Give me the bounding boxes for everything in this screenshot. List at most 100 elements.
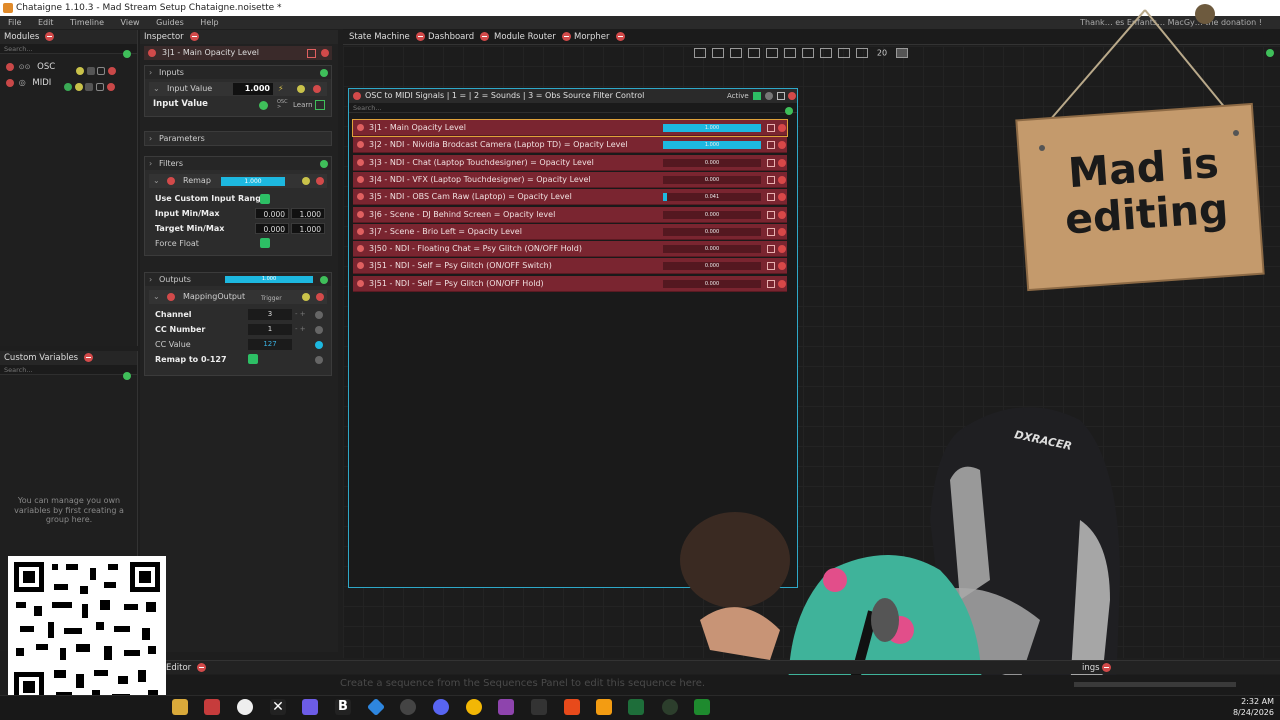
stepper-icon[interactable]: - + bbox=[295, 325, 306, 333]
power-icon[interactable] bbox=[357, 279, 364, 287]
tab-module-router[interactable]: Module Router bbox=[488, 30, 571, 44]
add-input-icon[interactable] bbox=[320, 69, 328, 77]
enable-checkbox[interactable] bbox=[767, 245, 775, 254]
mapping-row[interactable]: 3|51 - NDI - Self = Psy Glitch (ON/OFF S… bbox=[353, 258, 787, 275]
sequence-scrollbar[interactable] bbox=[1074, 682, 1236, 687]
cc-value-field[interactable]: 127 bbox=[248, 339, 292, 350]
input-min-field[interactable]: 0.000 bbox=[255, 208, 289, 219]
trigger-button[interactable]: Trigger bbox=[261, 292, 282, 306]
mapping-value-bar[interactable]: 0.000 bbox=[663, 262, 761, 271]
mapping-row[interactable]: 3|1 - Main Opacity Level 1.000 bbox=[352, 119, 788, 137]
mapping-row[interactable]: 3|5 - NDI - OBS Cam Raw (Laptop) = Opaci… bbox=[353, 189, 787, 206]
link-icon[interactable] bbox=[315, 356, 323, 364]
file-explorer-icon[interactable] bbox=[172, 699, 188, 715]
package-icon[interactable] bbox=[596, 699, 612, 715]
voicemeeter-icon[interactable] bbox=[204, 699, 220, 715]
mapping-row[interactable]: 3|2 - NDI - Nividia Brodcast Camera (Lap… bbox=[353, 137, 787, 154]
power-icon[interactable] bbox=[357, 227, 364, 235]
enable-checkbox[interactable] bbox=[307, 49, 316, 58]
delete-icon[interactable] bbox=[778, 193, 786, 202]
channel-field[interactable]: 3 bbox=[248, 309, 292, 320]
delete-icon[interactable] bbox=[778, 245, 786, 254]
remove-icon[interactable] bbox=[106, 82, 115, 91]
power-icon[interactable] bbox=[357, 210, 364, 218]
delete-icon[interactable] bbox=[778, 175, 786, 184]
remap-value-bar[interactable]: 1.000 bbox=[221, 177, 285, 186]
sequence-editor-tab[interactable]: Editor bbox=[166, 663, 191, 673]
grid-size-value[interactable]: 20 bbox=[877, 49, 887, 58]
distribute-v-icon[interactable] bbox=[820, 48, 832, 58]
power-icon[interactable] bbox=[357, 262, 364, 270]
close-icon[interactable] bbox=[189, 32, 199, 41]
enable-checkbox[interactable] bbox=[767, 124, 775, 132]
enable-checkbox[interactable] bbox=[767, 227, 775, 236]
chataigne-icon[interactable] bbox=[400, 699, 416, 715]
delete-icon[interactable] bbox=[788, 92, 796, 100]
mapping-value-bar[interactable]: 0.000 bbox=[663, 175, 761, 184]
chevron-down-icon[interactable]: ⌄ bbox=[153, 82, 160, 96]
mapping-value-bar[interactable]: 0.000 bbox=[663, 279, 761, 288]
close-icon[interactable] bbox=[45, 32, 55, 41]
force-float-checkbox[interactable] bbox=[260, 238, 270, 248]
custom-variables-search[interactable]: Search... bbox=[0, 365, 137, 375]
state-panel-header[interactable]: OSC to MIDI Signals | 1 = | 2 = Sounds |… bbox=[349, 89, 797, 103]
bold-b-icon[interactable]: B bbox=[335, 699, 351, 715]
learn-checkbox[interactable] bbox=[315, 100, 325, 110]
grid-icon[interactable] bbox=[838, 48, 850, 58]
tab-morpher[interactable]: Morpher bbox=[568, 30, 625, 44]
input-value-field[interactable]: 1.000 bbox=[233, 83, 273, 95]
stepper-icon[interactable]: - + bbox=[295, 310, 306, 318]
menu-edit[interactable]: Edit bbox=[38, 18, 54, 27]
tab-state-machine[interactable]: State Machine bbox=[343, 30, 425, 44]
menu-help[interactable]: Help bbox=[200, 18, 218, 27]
options-icon[interactable] bbox=[765, 92, 773, 100]
enable-checkbox[interactable] bbox=[767, 175, 775, 184]
chevron-down-icon[interactable]: › bbox=[149, 273, 152, 286]
add-module-icon[interactable] bbox=[123, 50, 131, 58]
options-icon[interactable] bbox=[302, 293, 310, 301]
chevron-down-icon[interactable]: › bbox=[149, 157, 152, 170]
power-icon[interactable] bbox=[357, 141, 364, 149]
power-icon[interactable] bbox=[167, 293, 175, 301]
delete-icon[interactable] bbox=[778, 158, 786, 167]
enable-checkbox[interactable] bbox=[767, 141, 775, 150]
module-item-midi[interactable]: ◎ MIDI bbox=[0, 75, 137, 91]
brave-icon[interactable] bbox=[564, 699, 580, 715]
target-min-field[interactable]: 0.000 bbox=[255, 223, 289, 234]
add-mapping-icon[interactable] bbox=[785, 107, 793, 115]
add-variable-icon[interactable] bbox=[123, 372, 131, 380]
mapping-value-bar[interactable]: 0.041 bbox=[663, 193, 761, 202]
add-filter-icon[interactable] bbox=[320, 160, 328, 168]
cc-number-field[interactable]: 1 bbox=[248, 324, 292, 335]
add-output-icon[interactable] bbox=[320, 276, 328, 284]
refresh-icon[interactable] bbox=[259, 101, 268, 110]
chevron-down-icon[interactable]: › bbox=[149, 66, 152, 79]
options-icon[interactable] bbox=[302, 177, 310, 185]
power-icon[interactable] bbox=[357, 193, 364, 201]
mapping-row[interactable]: 3|51 - NDI - Self = Psy Glitch (ON/OFF H… bbox=[353, 275, 787, 292]
close-icon[interactable] bbox=[197, 663, 207, 672]
chevron-down-icon[interactable]: ⌄ bbox=[153, 174, 160, 188]
delete-icon[interactable] bbox=[316, 177, 324, 185]
align-center-icon[interactable] bbox=[712, 48, 724, 58]
close-icon[interactable] bbox=[615, 32, 625, 41]
mapping-value-bar[interactable]: 0.000 bbox=[663, 158, 761, 167]
menu-view[interactable]: View bbox=[121, 18, 140, 27]
enable-checkbox[interactable] bbox=[777, 92, 785, 100]
align-middle-icon[interactable] bbox=[766, 48, 778, 58]
mapping-row[interactable]: 3|7 - Scene - Brio Left = Opacity Level 0… bbox=[353, 223, 787, 240]
delete-icon[interactable] bbox=[778, 124, 786, 132]
mapping-row[interactable]: 3|4 - NDI - VFX (Laptop Touchdesigner) =… bbox=[353, 171, 787, 188]
delete-icon[interactable] bbox=[321, 49, 329, 57]
enable-checkbox[interactable] bbox=[767, 158, 775, 167]
remove-icon[interactable] bbox=[108, 66, 117, 75]
discord-icon[interactable] bbox=[433, 699, 449, 715]
mapping-value-bar[interactable]: 0.000 bbox=[663, 210, 761, 219]
parameters-section[interactable]: › Parameters bbox=[144, 131, 332, 146]
mapping-row[interactable]: 3|3 - NDI - Chat (Laptop Touchdesigner) … bbox=[353, 154, 787, 171]
target-max-field[interactable]: 1.000 bbox=[291, 223, 325, 234]
power-icon[interactable] bbox=[148, 49, 156, 57]
module-item-osc[interactable]: ⊙⊙ OSC bbox=[0, 59, 137, 75]
remap-0-127-checkbox[interactable] bbox=[248, 354, 258, 364]
power-icon[interactable] bbox=[357, 158, 364, 166]
